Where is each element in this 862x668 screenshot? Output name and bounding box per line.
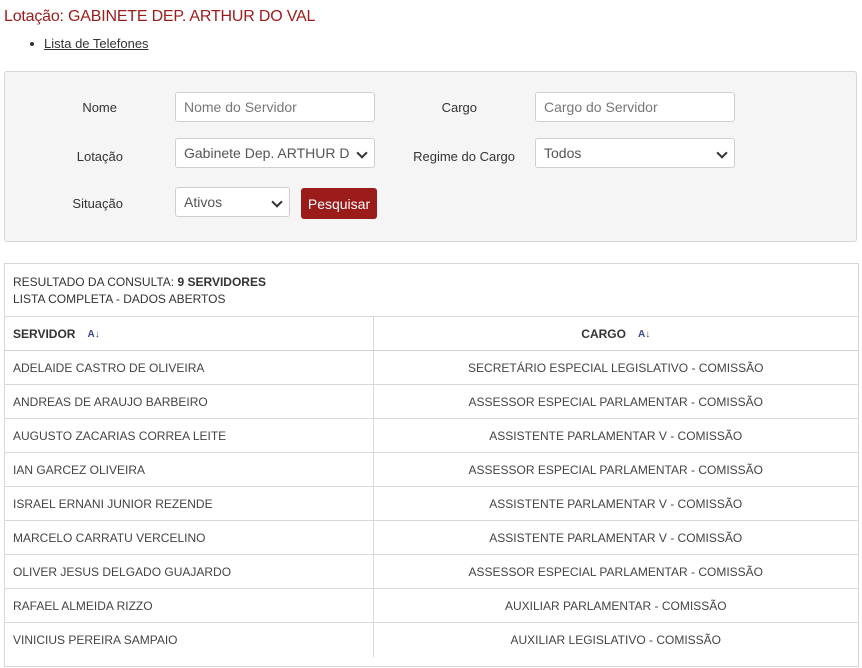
table-row: IAN GARCEZ OLIVEIRA ASSESSOR ESPECIAL PAR…: [5, 452, 858, 487]
table-row: RAFAEL ALMEIDA RIZZO AUXILIAR PARLAMENTAR…: [5, 588, 858, 623]
cargo-cell: AUXILIAR PARLAMENTAR - COMISSÃO: [372, 588, 858, 623]
cargo-cell: ASSISTENTE PARLAMENTAR V - COMISSÃO: [372, 418, 858, 453]
nome-label: Nome: [82, 100, 117, 115]
cargo-cell: ASSESSOR ESPECIAL PARLAMENTAR - COMISSÃO: [372, 384, 858, 419]
table-row: ISRAEL ERNANI JUNIOR REZENDE ASSISTENTE P…: [5, 486, 858, 521]
servidor-cell: VINICIUS PEREIRA SAMPAIO: [5, 622, 373, 657]
regime-value: Todos: [544, 145, 582, 161]
table-row: OLIVER JESUS DELGADO GUAJARDO ASSESSOR ES…: [5, 554, 858, 589]
cargo-label: Cargo: [441, 100, 477, 115]
situacao-select[interactable]: Ativos: [175, 187, 290, 217]
cargo-input[interactable]: [544, 94, 726, 120]
cargo-cell: ASSISTENTE PARLAMENTAR V - COMISSÃO: [372, 520, 858, 555]
servidor-cell: MARCELO CARRATU VERCELINO: [5, 520, 373, 555]
lotacao-select[interactable]: Gabinete Dep. ARTHUR DO VAL: [175, 138, 375, 168]
situacao-value: Ativos: [184, 194, 223, 210]
page-title: Lotação: GABINETE DEP. ARTHUR DO VAL: [4, 8, 316, 25]
table-row: AUGUSTO ZACARIAS CORREA LEITE ASSISTENTE …: [5, 418, 858, 453]
summary-subtitle: LISTA COMPLETA - DADOS ABERTOS: [13, 292, 226, 306]
column-header-cargo[interactable]: CARGO A↓: [372, 316, 858, 351]
search-button[interactable]: Pesquisar: [301, 188, 377, 219]
situacao-label: Situação: [72, 196, 123, 211]
list-item: Lista de Telefones: [30, 36, 149, 51]
sort-alpha-icon[interactable]: A↓: [87, 329, 99, 340]
table-header-row: SERVIDOR A↓ CARGO A↓: [5, 316, 858, 351]
table-row: ANDREAS DE ARAUJO BARBEIRO ASSESSOR ESPEC…: [5, 384, 858, 419]
servidor-cell: OLIVER JESUS DELGADO GUAJARDO: [5, 554, 373, 589]
regime-label: Regime do Cargo: [413, 149, 515, 164]
lotacao-value: Gabinete Dep. ARTHUR DO VAL: [184, 145, 350, 161]
filter-panel: Nome Cargo Lotação Gabinete Dep. ARTHUR …: [4, 71, 857, 242]
servidor-cell: IAN GARCEZ OLIVEIRA: [5, 452, 373, 487]
lotacao-label: Lotação: [76, 149, 123, 164]
cargo-cell: ASSESSOR ESPECIAL PARLAMENTAR - COMISSÃO: [372, 554, 858, 589]
nome-input[interactable]: [184, 94, 366, 120]
table-row: MARCELO CARRATU VERCELINO ASSISTENTE PARL…: [5, 520, 858, 555]
chevron-down-icon: [271, 196, 283, 208]
servidor-cell: ADELAIDE CASTRO DE OLIVEIRA: [5, 350, 373, 385]
summary-prefix: RESULTADO DA CONSULTA:: [13, 275, 175, 289]
chevron-down-icon: [356, 147, 368, 159]
regime-select[interactable]: Todos: [535, 138, 735, 168]
chevron-down-icon: [716, 147, 728, 159]
results-summary: RESULTADO DA CONSULTA: 9 SERVIDORES LIST…: [13, 274, 266, 308]
table-row: ADELAIDE CASTRO DE OLIVEIRA SECRETÁRIO ES…: [5, 350, 858, 385]
results-panel: RESULTADO DA CONSULTA: 9 SERVIDORES LIST…: [4, 263, 859, 667]
servidor-cell: ANDREAS DE ARAUJO BARBEIRO: [5, 384, 373, 419]
sort-alpha-icon[interactable]: A↓: [638, 329, 650, 340]
nome-field[interactable]: [175, 92, 375, 122]
servidor-cell: RAFAEL ALMEIDA RIZZO: [5, 588, 373, 623]
results-table: SERVIDOR A↓ CARGO A↓ ADELAIDE CASTRO DE OL…: [5, 316, 858, 657]
cargo-field[interactable]: [535, 92, 735, 122]
column-header-servidor[interactable]: SERVIDOR A↓: [5, 316, 373, 351]
cargo-cell: AUXILIAR LEGISLATIVO - COMISSÃO: [372, 622, 858, 657]
cargo-cell: SECRETÁRIO ESPECIAL LEGISLATIVO - COMISS…: [372, 350, 858, 385]
links-list: Lista de Telefones: [30, 36, 149, 51]
phone-list-link[interactable]: Lista de Telefones: [44, 36, 149, 51]
cargo-cell: ASSESSOR ESPECIAL PARLAMENTAR - COMISSÃO: [372, 452, 858, 487]
cargo-cell: ASSISTENTE PARLAMENTAR V - COMISSÃO: [372, 486, 858, 521]
summary-count: 9 SERVIDORES: [177, 275, 266, 289]
servidor-cell: ISRAEL ERNANI JUNIOR REZENDE: [5, 486, 373, 521]
servidor-cell: AUGUSTO ZACARIAS CORREA LEITE: [5, 418, 373, 453]
table-row: VINICIUS PEREIRA SAMPAIO AUXILIAR LEGISLA…: [5, 622, 858, 657]
